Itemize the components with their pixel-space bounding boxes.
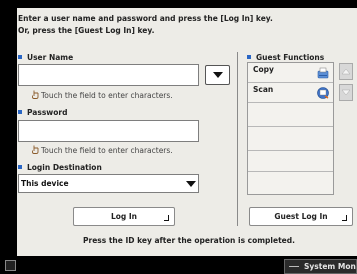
arrow-up-icon bbox=[341, 68, 351, 75]
scroll-up-button[interactable] bbox=[339, 63, 353, 80]
user-name-hint-text: Touch the field to enter characters. bbox=[41, 91, 173, 100]
guest-function-empty bbox=[248, 127, 333, 151]
user-name-label-text: User Name bbox=[27, 53, 74, 62]
arrow-down-icon bbox=[341, 89, 351, 96]
triangle-down-icon bbox=[186, 181, 196, 187]
login-destination-label: Login Destination bbox=[18, 163, 102, 172]
user-name-input[interactable] bbox=[18, 64, 199, 86]
bullet-icon bbox=[18, 55, 22, 59]
footer-message: Press the ID key after the operation is … bbox=[83, 236, 295, 245]
copy-icon bbox=[317, 67, 329, 79]
guest-function-label: Scan bbox=[253, 85, 274, 94]
bullet-icon bbox=[18, 110, 22, 114]
login-screen: Enter a user name and password and press… bbox=[0, 0, 357, 274]
system-monitor-label: System Monitor bbox=[304, 262, 356, 271]
login-destination-value: This device bbox=[21, 179, 69, 188]
guest-functions-label-text: Guest Functions bbox=[256, 53, 325, 62]
system-monitor-button[interactable]: System Monitor bbox=[284, 259, 357, 274]
bullet-icon bbox=[247, 55, 251, 59]
password-input[interactable] bbox=[18, 120, 199, 142]
password-label-text: Password bbox=[27, 108, 68, 117]
scroll-down-button[interactable] bbox=[339, 84, 353, 101]
user-name-label: User Name bbox=[18, 53, 73, 62]
guest-functions-label: Guest Functions bbox=[247, 53, 324, 62]
instructions: Enter a user name and password and press… bbox=[18, 13, 273, 37]
guest-function-empty bbox=[248, 172, 333, 194]
password-label: Password bbox=[18, 108, 67, 117]
guest-function-scan[interactable]: Scan bbox=[248, 83, 333, 103]
guest-function-copy[interactable]: Copy bbox=[248, 63, 333, 83]
guest-functions-list: Copy Scan bbox=[247, 62, 334, 195]
user-name-hint: Touch the field to enter characters. bbox=[32, 90, 173, 100]
user-name-dropdown-button[interactable] bbox=[205, 65, 230, 85]
guest-function-label: Copy bbox=[253, 65, 274, 74]
instruction-line-2: Or, press the [Guest Log In] key. bbox=[18, 26, 155, 35]
guest-login-button-label: Guest Log In bbox=[274, 212, 328, 221]
scan-icon bbox=[317, 87, 329, 99]
guest-login-button[interactable]: Guest Log In bbox=[249, 207, 353, 226]
login-destination-label-text: Login Destination bbox=[27, 163, 102, 172]
touch-hand-icon bbox=[32, 145, 39, 154]
status-icon[interactable] bbox=[5, 260, 16, 271]
guest-function-empty bbox=[248, 103, 333, 127]
return-arrow-icon bbox=[342, 215, 347, 221]
instruction-line-1: Enter a user name and password and press… bbox=[18, 14, 273, 23]
password-hint-text: Touch the field to enter characters. bbox=[41, 146, 173, 155]
bullet-icon bbox=[18, 165, 22, 169]
login-destination-select[interactable]: This device bbox=[18, 174, 199, 193]
login-button[interactable]: Log In bbox=[73, 207, 175, 226]
guest-function-empty bbox=[248, 151, 333, 172]
monitor-icon bbox=[289, 266, 299, 267]
return-arrow-icon bbox=[164, 215, 169, 221]
triangle-down-icon bbox=[213, 72, 223, 78]
touch-hand-icon bbox=[32, 90, 39, 99]
password-hint: Touch the field to enter characters. bbox=[32, 145, 173, 155]
vertical-divider bbox=[237, 52, 238, 226]
login-button-label: Log In bbox=[110, 212, 138, 221]
